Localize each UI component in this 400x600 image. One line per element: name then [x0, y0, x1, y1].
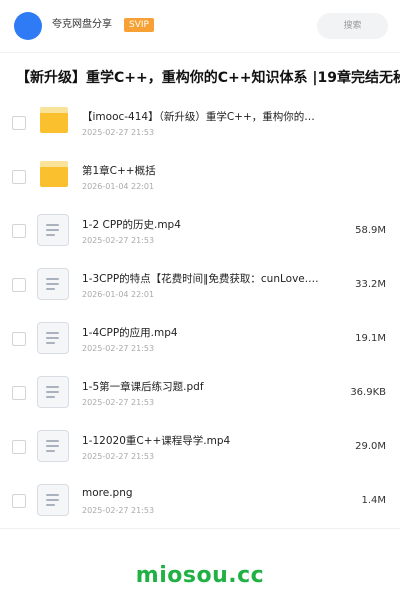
file-name: 1-2 CPP的历史.mp4 — [82, 219, 181, 231]
list-item[interactable]: 第1章C++概括 2026-01-04 22:01 — [0, 150, 400, 205]
row-checkbox[interactable] — [12, 332, 26, 346]
document-icon — [37, 214, 69, 246]
folder-icon — [40, 107, 68, 133]
file-date: 2025-02-27 21:53 — [82, 452, 155, 461]
document-icon — [37, 322, 69, 354]
page-title: 【新升级】重学C++，重构你的C++知识体系 |19章完结无秘 — [16, 70, 400, 86]
file-date: 2025-02-27 21:53 — [82, 506, 155, 515]
list-item[interactable]: 1-2 CPP的历史.mp4 2025-02-27 21:53 58.9M — [0, 204, 400, 259]
file-date: 2025-02-27 21:53 — [82, 236, 155, 245]
row-checkbox[interactable] — [12, 440, 26, 454]
file-date: 2025-02-27 21:53 — [82, 344, 155, 353]
file-name: 1-4CPP的应用.mp4 — [82, 327, 178, 339]
list-item[interactable]: 1-5第一章课后练习题.pdf 2025-02-27 21:53 36.9KB — [0, 366, 400, 421]
list-item[interactable]: 1-4CPP的应用.mp4 2025-02-27 21:53 19.1M — [0, 312, 400, 367]
row-checkbox[interactable] — [12, 170, 26, 184]
avatar[interactable] — [14, 12, 42, 40]
search-input[interactable]: 搜索 — [317, 13, 388, 39]
file-name: 第1章C++概括 — [82, 165, 156, 177]
list-item[interactable]: 【imooc-414】（新升级）重学C++，重构你的C++知识体系 2025-0… — [0, 96, 400, 151]
list-item[interactable]: more.png 2025-02-27 21:53 1.4M — [0, 474, 400, 529]
file-date: 2026-01-04 22:01 — [82, 182, 155, 191]
row-checkbox[interactable] — [12, 386, 26, 400]
file-name: 1-3CPP的特点【花费时间‖免费获取：cunLove.com】.mp4 — [82, 273, 322, 285]
file-size: 29.0M — [355, 441, 386, 452]
file-name: 1-5第一章课后练习题.pdf — [82, 381, 204, 393]
list-item[interactable]: 1-3CPP的特点【花费时间‖免费获取：cunLove.com】.mp4 202… — [0, 258, 400, 313]
file-name: more.png — [82, 487, 133, 499]
image-file-icon — [37, 484, 69, 516]
row-checkbox[interactable] — [12, 116, 26, 130]
row-checkbox[interactable] — [12, 278, 26, 292]
file-size: 58.9M — [355, 225, 386, 236]
file-name: 【imooc-414】（新升级）重学C++，重构你的C++知识体系 — [82, 111, 322, 123]
file-size: 33.2M — [355, 279, 386, 290]
folder-title: 【新升级】重学C++，重构你的C++知识体系 |19章完结无秘 — [0, 58, 400, 97]
file-name: 1-12020重C++课程导学.mp4 — [82, 435, 231, 447]
file-date: 2025-02-27 21:53 — [82, 128, 155, 137]
document-icon — [37, 430, 69, 462]
watermark: miosou.cc — [135, 563, 265, 588]
file-size: 19.1M — [355, 333, 386, 344]
list-item[interactable]: 1-12020重C++课程导学.mp4 2025-02-27 21:53 29.… — [0, 420, 400, 475]
document-icon — [37, 268, 69, 300]
folder-icon — [40, 161, 68, 187]
file-date: 2025-02-27 21:53 — [82, 398, 155, 407]
row-checkbox[interactable] — [12, 224, 26, 238]
account-name: 夸克网盘分享 — [52, 19, 112, 30]
row-checkbox[interactable] — [12, 494, 26, 508]
document-icon — [37, 376, 69, 408]
file-size: 1.4M — [361, 495, 386, 506]
header-bar: 夸克网盘分享 SVIP 搜索 — [0, 0, 400, 53]
file-date: 2026-01-04 22:01 — [82, 290, 155, 299]
svip-badge: SVIP — [124, 18, 154, 32]
file-size: 36.9KB — [350, 387, 386, 398]
